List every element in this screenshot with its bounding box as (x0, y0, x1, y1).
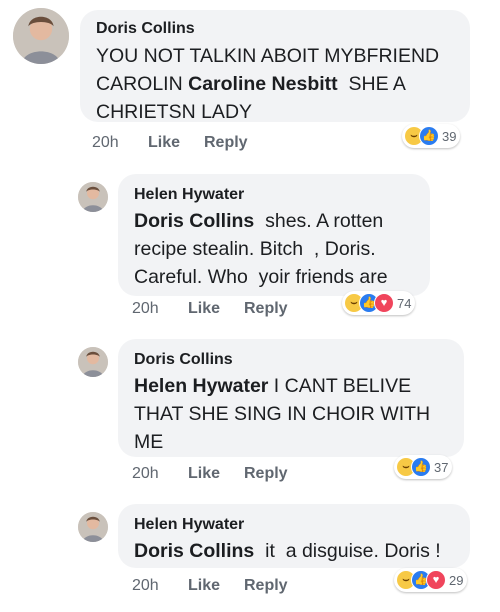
mention-link[interactable]: Caroline Nesbitt (188, 73, 338, 95)
mention-link[interactable]: Doris Collins (134, 210, 254, 232)
comment-text-segment: ME (134, 431, 164, 453)
comment-author[interactable]: Helen Hywater (134, 516, 244, 534)
comment-author[interactable]: Doris Collins (134, 351, 233, 369)
like-button[interactable]: Like (148, 134, 180, 152)
reply-button[interactable]: Reply (244, 465, 288, 483)
reaction-count: 37 (434, 459, 449, 475)
comment-text-line: YOU NOT TALKIN ABOIT MYBFRIEND (96, 42, 439, 70)
avatar[interactable] (78, 512, 108, 542)
like-button[interactable]: Like (188, 300, 220, 318)
timestamp[interactable]: 20h (92, 134, 119, 152)
avatar[interactable] (13, 8, 69, 64)
reply-button[interactable]: Reply (244, 300, 288, 318)
reaction-count: 29 (449, 572, 464, 588)
timestamp[interactable]: 20h (132, 577, 159, 595)
comment-text-segment: THAT SHE SING IN CHOIR WITH (134, 403, 431, 425)
reply-button[interactable]: Reply (244, 577, 288, 595)
comment-text: Doris Collins shes. A rotten recipe steal… (134, 207, 388, 291)
comment-text: Helen Hywater I CANT BELIVE THAT SHE SING… (134, 372, 430, 456)
comment-text-line: CAROLIN Caroline Nesbitt SHE A (96, 70, 439, 98)
like-reaction-icon: 👍 (419, 126, 439, 146)
timestamp[interactable]: 20h (132, 465, 159, 483)
comment-text-line: CHRIETSN LADY (96, 98, 439, 126)
comment-text-line: ME (134, 428, 430, 456)
like-reaction-icon: 👍 (411, 457, 431, 477)
like-button[interactable]: Like (188, 577, 220, 595)
reaction-count: 74 (397, 295, 412, 311)
comment-text-segment: it a disguise. Doris ! (254, 540, 441, 562)
love-reaction-icon: ♥ (426, 570, 446, 590)
reaction-summary[interactable]: ⌣ 👍 37 (394, 455, 453, 479)
mention-link[interactable]: Helen Hywater (134, 375, 268, 397)
comment-author[interactable]: Doris Collins (96, 20, 195, 38)
comment-text-line: Helen Hywater I CANT BELIVE (134, 372, 430, 400)
comment-text: YOU NOT TALKIN ABOIT MYBFRIEND CAROLIN Ca… (96, 42, 439, 126)
like-button[interactable]: Like (188, 465, 220, 483)
comment-text-segment: CHRIETSN LADY (96, 101, 253, 123)
comment-text-segment: shes. A rotten (254, 210, 384, 232)
timestamp[interactable]: 20h (132, 300, 159, 318)
comment-text-line: Doris Collins it a disguise. Doris ! (134, 537, 441, 565)
comment-text-segment: CAROLIN (96, 73, 189, 95)
reaction-summary[interactable]: ⌣ 👍 ♥ 29 (394, 568, 468, 592)
avatar[interactable] (78, 182, 108, 212)
reaction-summary[interactable]: ⌣ 👍 39 (402, 124, 461, 148)
love-reaction-icon: ♥ (374, 293, 394, 313)
comment-text-segment: I CANT BELIVE (268, 375, 412, 397)
reaction-count: 39 (442, 128, 457, 144)
avatar[interactable] (78, 347, 108, 377)
comment-text-line: Doris Collins shes. A rotten (134, 207, 388, 235)
comment-text-line: recipe stealin. Bitch , Doris. (134, 235, 388, 263)
mention-link[interactable]: Doris Collins (134, 540, 254, 562)
comment-text-line: THAT SHE SING IN CHOIR WITH (134, 400, 430, 428)
reply-button[interactable]: Reply (204, 134, 248, 152)
reaction-summary[interactable]: ⌣ 👍 ♥ 74 (342, 291, 416, 315)
comment-text-segment: YOU NOT TALKIN ABOIT MYBFRIEND (96, 45, 440, 67)
comment-text-line: Careful. Who yoir friends are (134, 263, 388, 291)
comment-text-segment: SHE A (337, 73, 406, 95)
comment-text-segment: Careful. Who yoir friends are (134, 266, 388, 288)
comment-text: Doris Collins it a disguise. Doris ! (134, 537, 441, 565)
comment-text-segment: recipe stealin. Bitch , Doris. (134, 238, 376, 260)
comment-author[interactable]: Helen Hywater (134, 186, 244, 204)
